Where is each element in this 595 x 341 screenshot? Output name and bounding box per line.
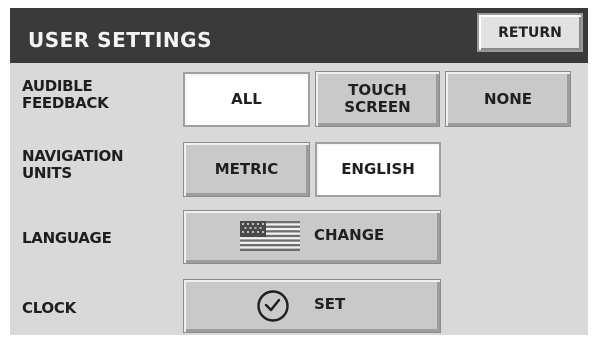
return-button[interactable]: RETURN: [477, 13, 583, 52]
units-english-button[interactable]: ENGLISH: [315, 142, 441, 197]
us-flag-icon: [240, 221, 300, 251]
user-settings-screen: USER SETTINGS RETURN AUDIBLE FEEDBACK AL…: [10, 8, 588, 335]
navigation-units-label: NAVIGATION UNITS: [22, 147, 124, 182]
title-bar: USER SETTINGS RETURN: [10, 8, 588, 63]
audible-feedback-label: AUDIBLE FEEDBACK: [22, 77, 109, 112]
clock-icon: [257, 290, 289, 322]
clock-set-label: SET: [314, 295, 346, 313]
language-change-label: CHANGE: [314, 226, 385, 244]
audible-all-button[interactable]: ALL: [183, 72, 310, 127]
clock-set-button[interactable]: SET: [183, 279, 441, 333]
language-label: LANGUAGE: [22, 229, 112, 247]
clock-label: CLOCK: [22, 299, 76, 317]
page-title: USER SETTINGS: [28, 28, 212, 52]
language-change-button[interactable]: CHANGE: [183, 210, 441, 264]
audible-touch-screen-button[interactable]: TOUCH SCREEN: [315, 71, 440, 127]
units-metric-button[interactable]: METRIC: [183, 142, 310, 197]
audible-none-button[interactable]: NONE: [445, 71, 571, 127]
